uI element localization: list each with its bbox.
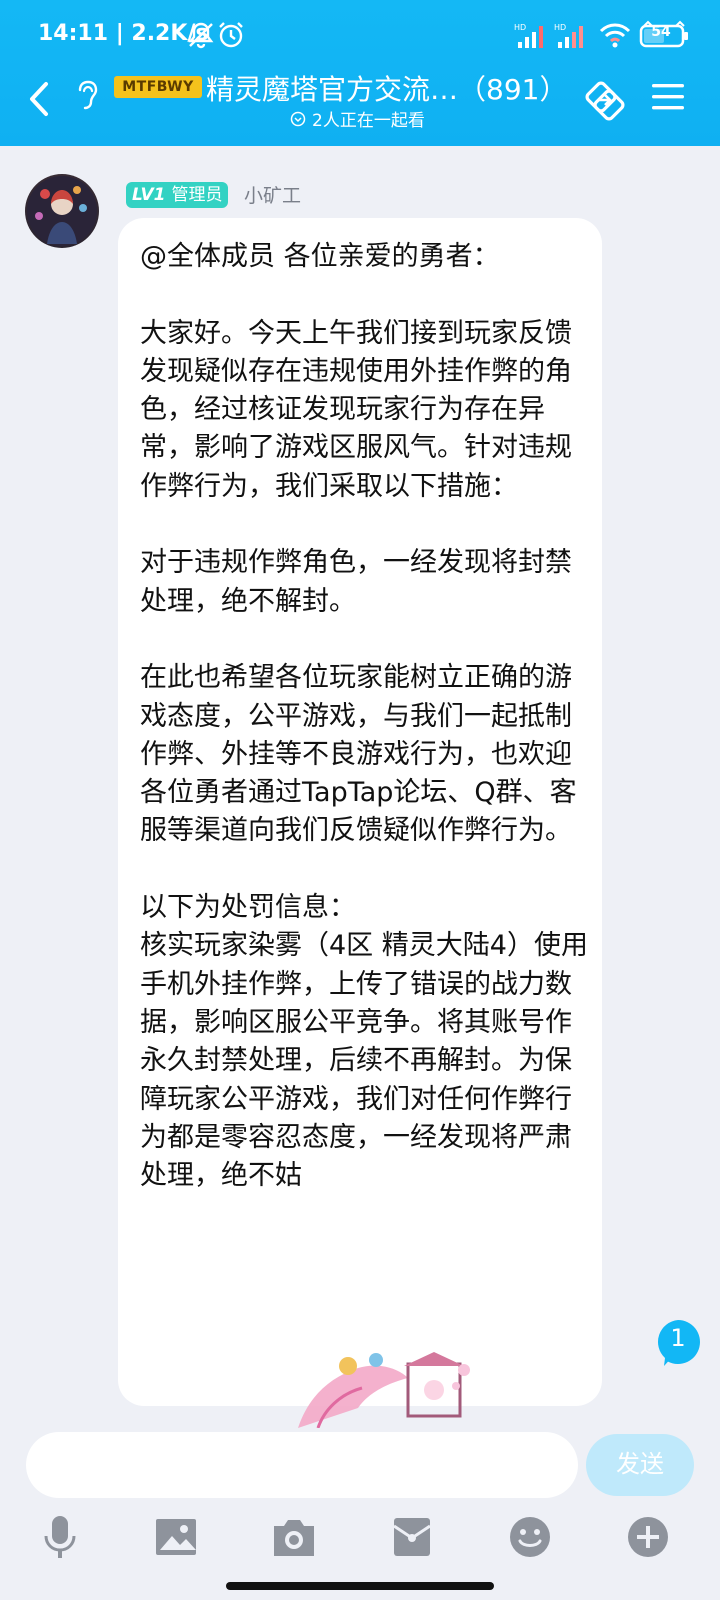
svg-text:HD: HD [554,23,566,32]
red-packet-icon[interactable] [388,1514,436,1560]
top-bar: 14:11 | 2.2K/s HD HD 54 MTFBWY 精灵魔塔官方交流…… [0,0,720,146]
chat-header: MTFBWY 精灵魔塔官方交流…（891） 2人正在一起看 [0,64,720,146]
alarm-icon [219,22,243,48]
group-logo: MTFBWY [114,76,202,98]
role-text: 管理员 [171,185,223,205]
sticker-image[interactable] [258,1346,484,1428]
unread-count[interactable]: 1 [654,1324,702,1352]
signal-icon: HD [514,23,543,48]
message-input[interactable] [26,1432,578,1498]
avatar[interactable] [25,174,99,248]
avatar-image [27,176,97,246]
share-screen-icon[interactable] [580,76,628,124]
chat-title[interactable]: 精灵魔塔官方交流…（891） [206,68,567,108]
camera-icon[interactable] [270,1514,318,1560]
earpiece-icon[interactable] [74,78,100,112]
level-text: LV1 [132,185,166,205]
watch-together-icon [290,111,306,127]
bell-muted-icon [188,22,214,49]
emoji-icon[interactable] [506,1514,554,1560]
message-text: @全体成员 各位亲爱的勇者： 大家好。今天上午我们接到玩家反馈发现疑似存在违规使… [140,241,588,1192]
signal-icon: HD [554,23,583,48]
input-toolbar [0,1508,720,1568]
status-bar: 14:11 | 2.2K/s HD HD 54 [0,0,720,70]
member-level-badge: LV1 管理员 [126,182,229,208]
menu-icon[interactable] [650,82,686,112]
sender-name[interactable]: 小矿工 [244,181,301,208]
svg-text:HD: HD [514,23,526,32]
microphone-icon[interactable] [36,1514,84,1560]
home-indicator[interactable] [226,1582,494,1590]
battery-level: 54 [651,24,671,40]
image-icon[interactable] [152,1514,200,1560]
wifi-icon [599,23,631,48]
watching-status[interactable]: 2人正在一起看 [312,106,425,131]
status-time: 14:11 | 2.2K/s [38,21,209,46]
back-icon[interactable] [22,78,56,120]
send-button[interactable]: 发送 [586,1434,694,1496]
plus-icon[interactable] [624,1514,672,1560]
